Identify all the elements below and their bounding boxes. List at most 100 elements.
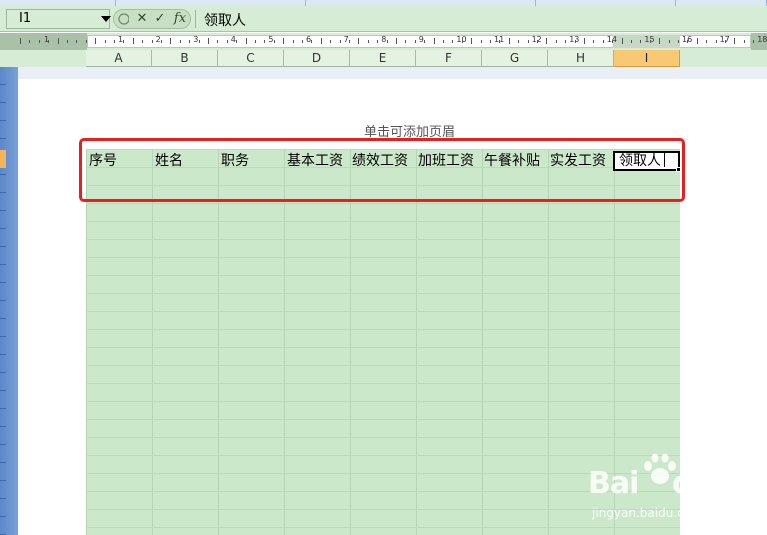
watermark-brand-cn: 经验: [706, 480, 751, 505]
ruler-tick: [180, 40, 181, 43]
ruler-tick: [443, 40, 444, 43]
ruler-tick: [575, 40, 576, 43]
ruler-tick: [358, 38, 359, 44]
ruler-tick: [39, 40, 40, 43]
ruler-tick: [659, 38, 660, 44]
name-box[interactable]: I1: [6, 9, 111, 29]
ruler-tick: [753, 40, 754, 43]
formula-pill-icon: [116, 10, 130, 28]
ruler-tick: [687, 40, 688, 43]
ruler-tick: [208, 38, 209, 44]
ruler-tick: [340, 40, 341, 43]
ruler-tick: [546, 38, 547, 44]
name-box-value: I1: [19, 11, 32, 26]
ruler-number: 5: [268, 35, 274, 44]
ruler-number: 3: [193, 35, 199, 44]
ruler-tick: [161, 40, 162, 43]
ruler-number: 18: [757, 35, 767, 44]
ruler-tick: [274, 40, 275, 43]
ruler-tick: [405, 40, 406, 43]
row-selection-marker: [0, 150, 6, 168]
ruler-tick: [170, 38, 171, 44]
column-header-c[interactable]: C: [218, 50, 284, 67]
ruler-tick: [716, 40, 717, 43]
ruler-tick: [744, 40, 745, 43]
formula-input[interactable]: 领取人: [204, 10, 246, 30]
ruler-tick: [518, 40, 519, 43]
ruler-tick: [424, 40, 425, 43]
ruler-tick: [58, 38, 59, 44]
ruler-tick: [330, 40, 331, 43]
ruler-tick: [321, 38, 322, 44]
ruler-tick: [199, 40, 200, 43]
column-header-b[interactable]: B: [152, 50, 218, 67]
ruler-tick: [490, 40, 491, 43]
chevron-down-icon[interactable]: [101, 16, 111, 22]
ruler-tick: [349, 40, 350, 43]
cancel-icon[interactable]: ✕: [134, 10, 150, 28]
ruler-tick: [706, 40, 707, 43]
column-header-e[interactable]: E: [350, 50, 416, 67]
ruler-tick: [217, 40, 218, 43]
ruler-tick: [20, 38, 21, 44]
ruler-tick: [293, 40, 294, 43]
ruler-tick: [593, 40, 594, 43]
ruler-tick: [283, 38, 284, 44]
ruler-tick: [189, 40, 190, 43]
ruler-tick: [67, 40, 68, 43]
ruler-tick: [133, 38, 134, 44]
ruler-tick: [387, 40, 388, 43]
ruler-tick: [396, 38, 397, 44]
ruler-tick: [471, 38, 472, 44]
column-header-g[interactable]: G: [482, 50, 548, 67]
ruler-tick: [227, 40, 228, 43]
ruler-tick: [631, 40, 632, 43]
page-gap: [18, 67, 767, 79]
ruler-tick: [584, 38, 585, 44]
ruler-tick: [48, 40, 49, 43]
ruler-number: 2: [155, 35, 161, 44]
ruler-tick: [537, 40, 538, 43]
formula-separator: [195, 10, 196, 28]
ruler-number: 7: [343, 35, 349, 44]
ruler-tick: [114, 40, 115, 43]
ruler-tick: [509, 38, 510, 44]
column-header-i[interactable]: I: [614, 50, 680, 67]
ruler-tick: [76, 40, 77, 43]
annotation-highlight-box: [79, 138, 685, 202]
watermark-url: jingyan.baidu.com: [592, 506, 703, 520]
column-header-h[interactable]: H: [548, 50, 614, 67]
ruler-tick: [255, 40, 256, 43]
row-header-lines: [0, 67, 6, 535]
ruler-tick: [622, 38, 623, 44]
ruler-tick: [650, 40, 651, 43]
column-header-a[interactable]: A: [86, 50, 152, 67]
watermark-brand-left: Bai: [588, 466, 639, 501]
ruler-tick: [669, 40, 670, 43]
ruler-tick: [603, 40, 604, 43]
enter-icon[interactable]: ✓: [152, 10, 168, 28]
ruler-tick: [246, 38, 247, 44]
ruler-tick: [697, 38, 698, 44]
ruler-tick: [142, 40, 143, 43]
column-header-f[interactable]: F: [416, 50, 482, 67]
ruler-tick: [452, 40, 453, 43]
ruler-tick: [377, 40, 378, 43]
ruler-tick: [556, 40, 557, 43]
ruler-tick: [123, 40, 124, 43]
ruler-tick: [311, 40, 312, 43]
ruler-tick: [86, 40, 87, 43]
ruler-tick: [368, 40, 369, 43]
insert-function-icon[interactable]: fx: [170, 10, 190, 28]
ruler-tick: [236, 40, 237, 43]
ruler-tick: [725, 40, 726, 43]
ruler-tick: [499, 40, 500, 43]
ruler-tick: [29, 40, 30, 43]
column-header-d[interactable]: D: [284, 50, 350, 67]
ruler-tick: [734, 38, 735, 44]
ruler-tick: [640, 40, 641, 43]
ruler-tick: [152, 40, 153, 43]
ruler-tick: [434, 38, 435, 44]
ruler-tick: [612, 40, 613, 43]
baidu-watermark: Bai du 经验 jingyan.baidu.com: [588, 452, 758, 532]
